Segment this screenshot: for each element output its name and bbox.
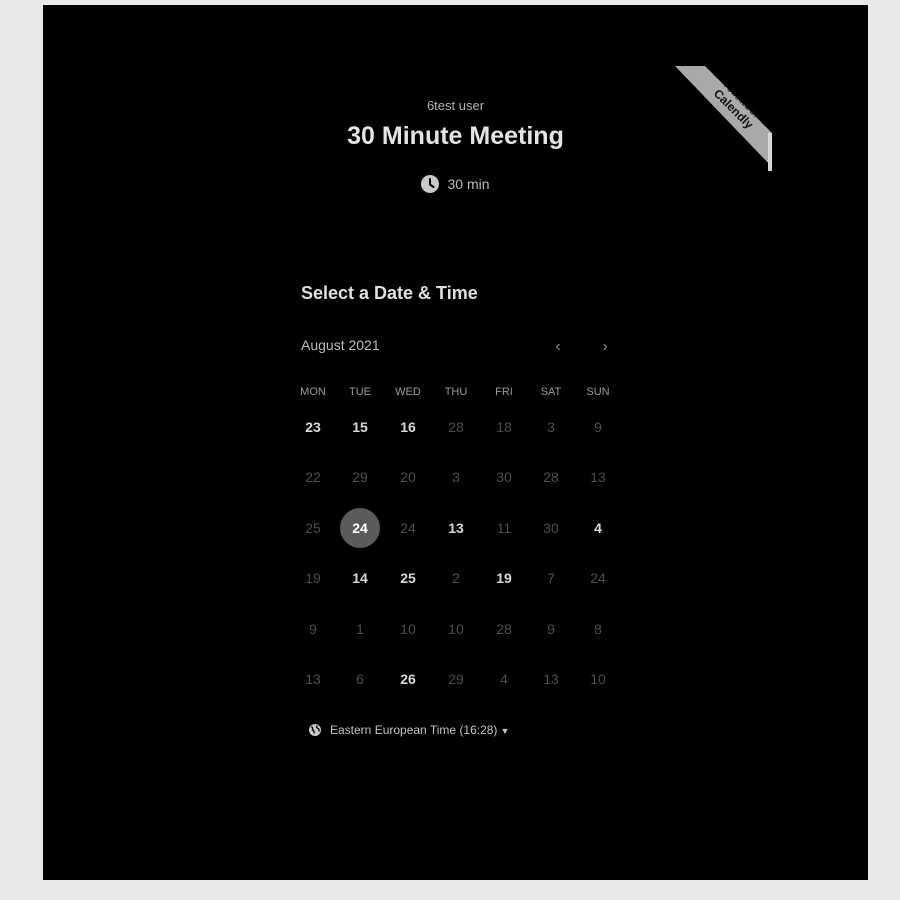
scheduling-panel: POWERED BY Calendly 6test user 30 Minute… [43, 5, 868, 880]
date-time-heading: Select a Date & Time [301, 283, 478, 303]
calendar-day: 18 [496, 419, 512, 435]
caret-down-icon: ▼ [500, 726, 510, 736]
weekday-label: WED [395, 386, 421, 398]
calendar-day[interactable]: 4 [578, 508, 618, 548]
calendar-day: 13 [305, 671, 321, 687]
weekday-label: MON [300, 386, 326, 398]
event-duration: 30 min [43, 175, 868, 193]
calendar-day: 29 [448, 671, 464, 687]
weekday-label: FRI [495, 386, 513, 398]
calendar-day: 8 [594, 621, 602, 637]
calendar-day: 30 [543, 520, 559, 536]
calendar-day: 30 [496, 469, 512, 485]
weekday-label: THU [444, 386, 468, 398]
calendar-day: 22 [305, 469, 321, 485]
calendar-day: 2 [452, 570, 460, 586]
calendar-day: 4 [500, 671, 508, 687]
calendar-day[interactable]: 26 [388, 659, 428, 699]
calendar-day: 24 [590, 570, 606, 586]
calendar-day: 28 [543, 469, 559, 485]
calendar-day: 24 [400, 520, 416, 536]
calendar-day-selected[interactable]: 24 [340, 508, 380, 548]
calendar-day[interactable]: 16 [388, 407, 428, 447]
timezone-label: Eastern European Time (16:28) [330, 723, 498, 737]
calendar-day[interactable]: 23 [293, 407, 333, 447]
timezone-selector[interactable]: Eastern European Time (16:28) ▼ [308, 723, 509, 737]
weekday-label: SAT [540, 386, 562, 398]
calendar-day: 13 [590, 469, 606, 485]
month-label: August 2021 [301, 337, 380, 353]
powered-by-calendly-badge[interactable]: POWERED BY Calendly [675, 65, 772, 172]
event-title: 30 Minute Meeting [347, 122, 564, 150]
calendar-day: 7 [547, 570, 555, 586]
globe-icon [309, 724, 321, 736]
calendar-day: 9 [547, 621, 555, 637]
weekday-label: TUE [349, 386, 371, 398]
calendar-day[interactable]: 14 [340, 558, 380, 598]
calendar-day: 10 [400, 621, 416, 637]
next-month-button[interactable]: › [593, 335, 617, 359]
calendar-day: 25 [305, 520, 321, 536]
calendar-day[interactable]: 19 [484, 558, 524, 598]
calendar-day: 1 [356, 621, 364, 637]
calendar-day: 3 [547, 419, 555, 435]
weekday-label: SUN [586, 386, 610, 398]
calendar-day[interactable]: 25 [388, 558, 428, 598]
calendar-day: 20 [400, 469, 416, 485]
calendar-day[interactable]: 13 [436, 508, 476, 548]
duration-text: 30 min [447, 176, 490, 192]
calendar-day: 11 [496, 520, 512, 536]
prev-month-button[interactable]: ‹ [546, 335, 570, 359]
calendar-day[interactable]: 15 [340, 407, 380, 447]
calendar-day: 9 [594, 419, 602, 435]
calendar-day: 13 [543, 671, 559, 687]
calendar-day: 3 [452, 469, 460, 485]
calendar-day: 6 [356, 671, 364, 687]
calendar-day: 10 [448, 621, 464, 637]
calendar-day: 28 [496, 621, 512, 637]
calendar-day: 19 [305, 570, 321, 586]
calendar-day: 10 [590, 671, 606, 687]
event-owner: 6test user [426, 98, 485, 113]
chevron-left-icon: ‹ [555, 338, 561, 355]
calendar-day: 9 [309, 621, 317, 637]
calendar-day: 28 [448, 419, 464, 435]
chevron-right-icon: › [602, 338, 608, 355]
clock-icon [421, 175, 440, 193]
calendar-day: 29 [352, 469, 368, 485]
